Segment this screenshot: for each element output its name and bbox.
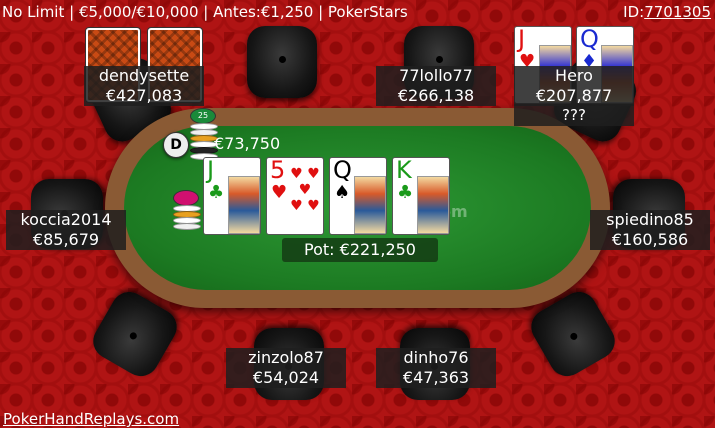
hand-id: ID:7701305 (623, 0, 711, 24)
chip-top: 25 (190, 108, 216, 124)
bet-amount: €73,750 (214, 134, 281, 153)
site-link[interactable]: PokerHandReplays.com (3, 410, 179, 428)
player-stack: €47,363 (402, 368, 470, 387)
hero-card-2-rank: Q (580, 26, 599, 53)
player-hero[interactable]: Hero €207,877 (514, 66, 634, 106)
seat-chair-top-left-mid (247, 26, 317, 98)
board-card-1-rank: J (207, 157, 215, 184)
board-card-2-rank: 5 (270, 157, 286, 184)
player-stack: €160,586 (611, 230, 689, 249)
board-card-3: Q ♠ (329, 157, 387, 235)
player-zinzolo87[interactable]: zinzolo87 €54,024 (226, 348, 346, 388)
board-card-4-rank: K (396, 157, 412, 184)
queen-portrait (354, 176, 386, 234)
king-portrait (417, 176, 449, 234)
player-name: zinzolo87 (248, 348, 324, 367)
jack-portrait (228, 176, 260, 234)
hero-action: ??? (514, 104, 634, 126)
board-card-3-rank: Q (333, 157, 352, 184)
player-stack: €85,679 (32, 230, 100, 249)
bet-chip-stack: 25 (190, 108, 218, 160)
player-stack: €54,024 (252, 368, 320, 387)
player-dendysette[interactable]: dendysette €427,083 (84, 66, 204, 106)
top-bar: No Limit | €5,000/€10,000 | Antes:€1,250… (0, 0, 715, 24)
board-card-4: K ♣ (392, 157, 450, 235)
player-dinho76[interactable]: dinho76 €47,363 (376, 348, 496, 388)
club-icon: ♣ (397, 182, 414, 203)
pot-chip-stack (173, 190, 201, 230)
spade-icon: ♠ (334, 182, 351, 203)
pot-chip-top (173, 190, 199, 206)
player-name: dinho76 (403, 348, 469, 367)
player-name: dendysette (98, 66, 190, 85)
pot-amount: Pot: €221,250 (282, 238, 438, 262)
dealer-button: D (163, 132, 189, 158)
hand-id-label: ID: (623, 3, 645, 21)
hand-info: No Limit | €5,000/€10,000 | Antes:€1,250… (2, 3, 408, 21)
player-name: spiedino85 (606, 210, 694, 229)
player-stack: €266,138 (397, 86, 475, 105)
player-koccia2014[interactable]: koccia2014 €85,679 (6, 210, 126, 250)
player-77lollo77[interactable]: 77lollo77 €266,138 (376, 66, 496, 106)
hero-card-1-rank: J (518, 26, 526, 53)
player-stack: €427,083 (105, 86, 183, 105)
hand-id-link[interactable]: 7701305 (644, 3, 711, 21)
club-icon: ♣ (208, 182, 225, 203)
board-card-2: 5 ♥ ♥ ♥ ♥ ♥ ♥ (266, 157, 324, 235)
board-card-1: J ♣ (203, 157, 261, 235)
player-spiedino85[interactable]: spiedino85 €160,586 (590, 210, 710, 250)
player-name: 77lollo77 (399, 66, 473, 85)
heart-pips: ♥ ♥ ♥ ♥ ♥ (290, 166, 320, 214)
player-stack: €207,877 (535, 86, 613, 105)
player-name: Hero (555, 66, 593, 85)
heart-icon: ♥ (271, 182, 288, 203)
player-name: koccia2014 (20, 210, 112, 229)
poker-table-view: No Limit | €5,000/€10,000 | Antes:€1,250… (0, 0, 715, 428)
